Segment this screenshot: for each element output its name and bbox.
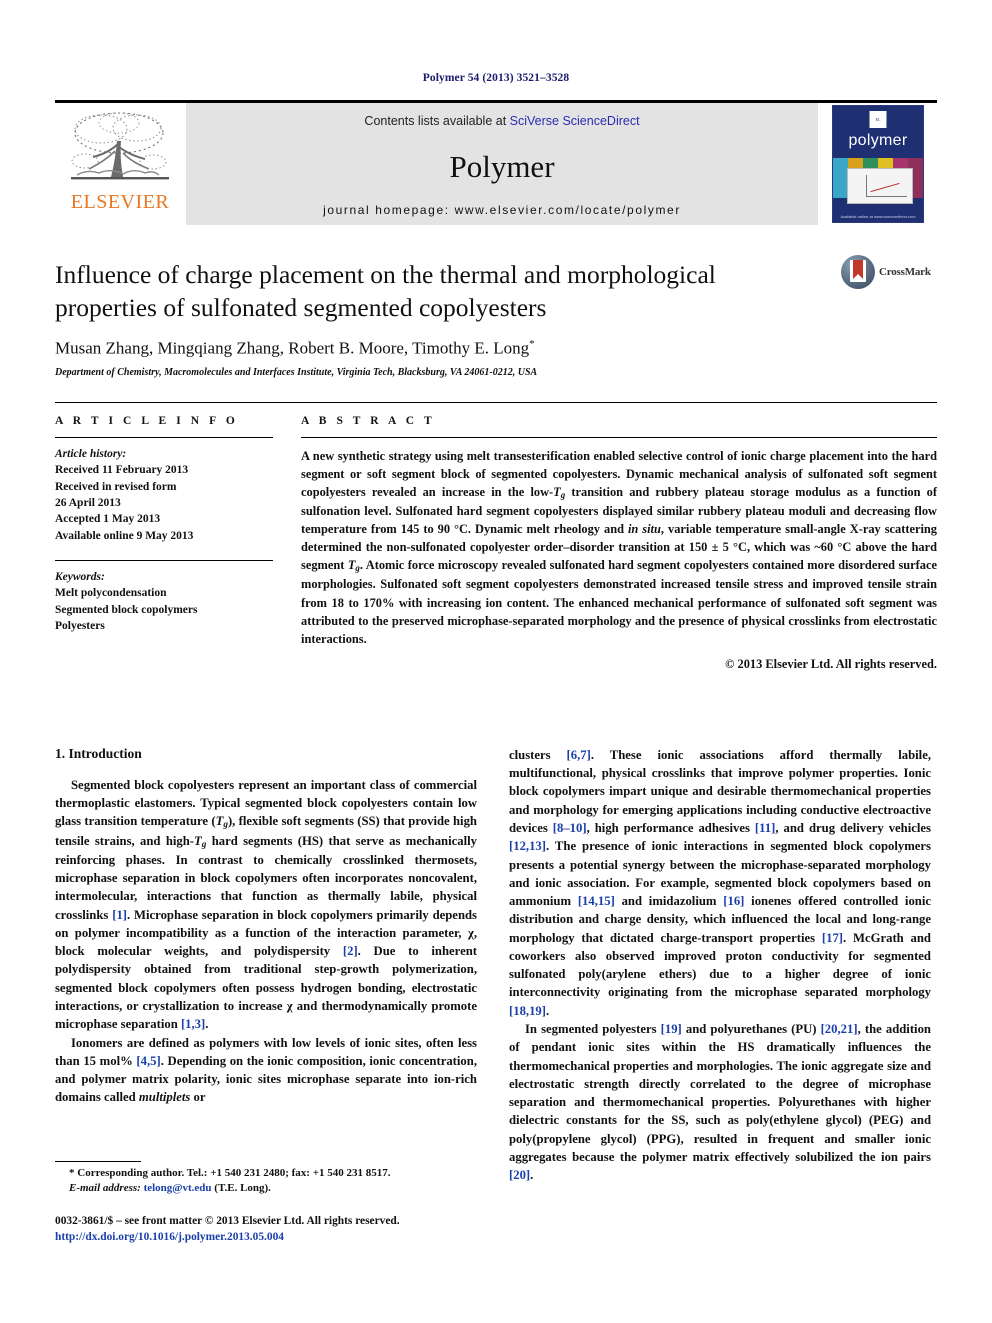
footnote-line-1: * Corresponding author. Tel.: +1 540 231… — [69, 1166, 391, 1179]
article-info-heading: A R T I C L E I N F O — [55, 414, 239, 427]
citation-link[interactable]: [2] — [343, 944, 358, 958]
text-run: and imidazolium — [614, 894, 724, 909]
italic-text: T — [194, 833, 202, 848]
citation-link[interactable]: [16] — [723, 894, 744, 908]
journal-title: Polymer — [449, 149, 555, 184]
publisher-logo-block: ELSEVIER — [55, 103, 185, 225]
paragraph: Segmented block copolyesters represent a… — [55, 776, 477, 1034]
section-title-introduction: 1. Introduction — [55, 745, 142, 761]
elsevier-tree-icon — [67, 107, 173, 191]
history-item: Accepted 1 May 2013 — [55, 513, 161, 526]
keywords-label: Keywords: — [55, 570, 105, 583]
citation-link[interactable]: [14,15] — [578, 894, 615, 908]
text-run: clusters — [509, 747, 567, 762]
cover-footer-text: Available online at www.sciencedirect.co… — [840, 214, 916, 219]
footnote-rule — [55, 1160, 141, 1162]
citation-link[interactable]: [12,13] — [509, 839, 546, 853]
paper-page: Polymer 54 (2013) 3521–3528 ELSEVIER Con… — [0, 0, 992, 1323]
corresponding-author-marker: * — [529, 338, 535, 351]
affiliation: Department of Chemistry, Macromolecules … — [55, 366, 538, 378]
paragraph: Ionomers are defined as polymers with lo… — [55, 1034, 477, 1107]
abstract-copyright: © 2013 Elsevier Ltd. All rights reserved… — [725, 656, 937, 671]
citation-link[interactable]: [6,7] — [567, 748, 591, 762]
article-info-column: A R T I C L E I N F O Article history: R… — [55, 403, 273, 672]
citation-link[interactable]: [1] — [112, 908, 127, 922]
contents-available-line: Contents lists available at SciVerse Sci… — [186, 114, 818, 128]
email-suffix: (T.E. Long). — [211, 1181, 271, 1194]
text-run: . — [205, 1017, 209, 1032]
authors-text: Musan Zhang, Mingqiang Zhang, Robert B. … — [55, 338, 530, 358]
sciencedirect-link[interactable]: SciVerse ScienceDirect — [510, 114, 640, 128]
history-item: Received in revised form — [55, 480, 177, 493]
abstract-column: A B S T R A C T A new synthetic strategy… — [301, 403, 937, 672]
history-item: Available online 9 May 2013 — [55, 529, 194, 542]
crossmark-label: CrossMark — [879, 266, 931, 278]
paragraph: clusters [6,7]. These ionic associations… — [509, 746, 931, 1020]
keyword-item: Segmented block copolymers — [55, 603, 198, 616]
issn-line: 0032-3861/$ – see front matter © 2013 El… — [55, 1214, 400, 1227]
running-head: Polymer 54 (2013) 3521–3528 — [422, 72, 570, 84]
text-run: In segmented polyesters — [525, 1022, 661, 1037]
citation-link[interactable]: [8–10] — [553, 821, 587, 835]
abstract-italic-in-situ: in situ — [627, 522, 661, 537]
text-run: , the addition of pendant ionic sites wi… — [509, 1022, 931, 1165]
keyword-item: Polyesters — [55, 619, 105, 632]
body-column-right: clusters [6,7]. These ionic associations… — [509, 746, 931, 1246]
info-abstract-row: A R T I C L E I N F O Article history: R… — [55, 401, 937, 672]
citation-link[interactable]: [18,19] — [509, 1004, 546, 1018]
text-run: . — [530, 1168, 534, 1183]
citation-link[interactable]: [17] — [822, 931, 843, 945]
body-columns: 1. Introduction Segmented block copolyes… — [55, 746, 937, 1246]
email-link[interactable]: telong@vt.edu — [144, 1182, 212, 1194]
footnote-area: * Corresponding author. Tel.: +1 540 231… — [55, 1160, 477, 1246]
masthead-center: Contents lists available at SciVerse Sci… — [185, 103, 819, 225]
keywords-block: Keywords: Melt polycondensation Segmente… — [55, 559, 273, 634]
crossmark-icon — [841, 255, 875, 289]
masthead-right: EL polymer Available online at www.scien… — [819, 103, 937, 225]
keyword-item: Melt polycondensation — [55, 587, 167, 600]
journal-cover-thumbnail: EL polymer Available online at www.scien… — [832, 105, 924, 223]
journal-masthead: ELSEVIER Contents lists available at Sci… — [55, 100, 937, 225]
italic-text: multiplets — [138, 1090, 191, 1105]
doi-link[interactable]: http://dx.doi.org/10.1016/j.polymer.2013… — [55, 1230, 477, 1246]
footnote-email-line: E-mail address: telong@vt.edu (T.E. Long… — [55, 1181, 477, 1196]
citation-link[interactable]: [20,21] — [821, 1022, 858, 1036]
paragraph: In segmented polyesters [19] and polyure… — [509, 1020, 931, 1185]
elsevier-wordmark: ELSEVIER — [70, 191, 170, 213]
crossmark-badge[interactable]: CrossMark — [841, 255, 937, 289]
abstract-heading: A B S T R A C T — [301, 414, 436, 427]
citation-link[interactable]: [11] — [755, 821, 775, 835]
text-run: , high performance adhesives — [586, 820, 755, 835]
abstract-text: A new synthetic strategy using melt tran… — [301, 448, 938, 646]
author-list: Musan Zhang, Mingqiang Zhang, Robert B. … — [55, 338, 937, 359]
issn-footer: 0032-3861/$ – see front matter © 2013 El… — [55, 1214, 477, 1246]
journal-homepage-link[interactable]: journal homepage: www.elsevier.com/locat… — [186, 203, 818, 217]
corresponding-author-footnote: * Corresponding author. Tel.: +1 540 231… — [55, 1166, 477, 1196]
cover-inset-figure — [847, 168, 913, 204]
history-item: Received 11 February 2013 — [55, 464, 189, 477]
abstract-part-4: . Atomic force microscopy revealed sulfo… — [301, 558, 938, 646]
contents-prefix: Contents lists available at — [364, 114, 510, 128]
history-item: 26 April 2013 — [55, 496, 121, 509]
citation-link[interactable]: [20] — [509, 1168, 530, 1182]
article-title: Influence of charge placement on the the… — [55, 260, 716, 322]
text-run: , and drug delivery vehicles — [775, 820, 931, 835]
body-column-left: 1. Introduction Segmented block copolyes… — [55, 746, 477, 1246]
article-history: Article history: Received 11 February 20… — [55, 438, 273, 544]
email-label: E-mail address: — [69, 1181, 141, 1194]
title-block: Influence of charge placement on the the… — [55, 255, 937, 378]
citation-link[interactable]: [19] — [661, 1022, 682, 1036]
cover-title: polymer — [848, 132, 908, 149]
citation-link[interactable]: [1,3] — [181, 1017, 205, 1031]
citation-link[interactable]: [4,5] — [136, 1054, 160, 1068]
text-run: and polyurethanes (PU) — [681, 1022, 821, 1037]
cover-publisher-mark: EL — [869, 111, 887, 128]
history-label: Article history: — [55, 447, 127, 460]
text-run: . — [546, 1003, 550, 1018]
text-run: or — [190, 1090, 206, 1105]
